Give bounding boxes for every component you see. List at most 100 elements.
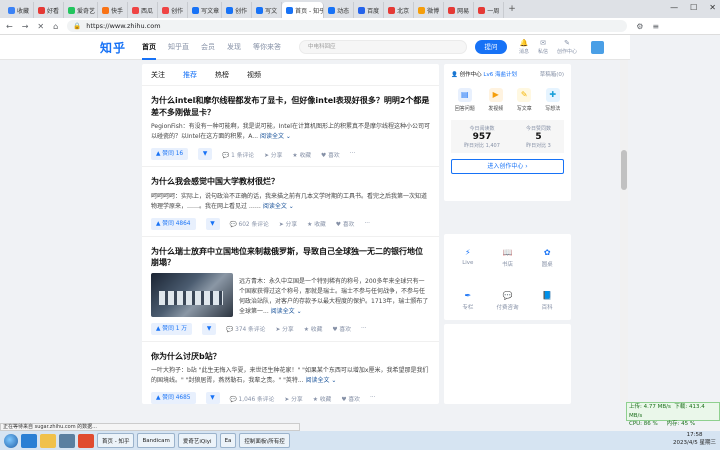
question-title[interactable]: 你为什么讨厌b站？ bbox=[151, 351, 430, 363]
question-title[interactable]: 为什么我会感觉中国大学教材很烂？ bbox=[151, 176, 430, 188]
more-button[interactable]: ··· bbox=[370, 395, 376, 401]
nav-item[interactable]: 知乎直 bbox=[168, 35, 189, 60]
answer-excerpt[interactable]: PegionFish：有没有一种可能啊，我是说可能，Intel在计算机图形上的积… bbox=[151, 122, 430, 142]
nav-item[interactable]: 会员 bbox=[201, 35, 215, 60]
browser-tab[interactable]: 网易 bbox=[444, 2, 475, 18]
read-more-link[interactable]: 阅读全文 ⌄ bbox=[306, 377, 337, 384]
more-button[interactable]: ··· bbox=[364, 221, 370, 227]
browser-tab[interactable]: 动态 bbox=[324, 2, 355, 18]
browser-tab[interactable]: 好看 bbox=[34, 2, 65, 18]
upvote-button[interactable]: ▲ 赞同 4685 bbox=[151, 392, 196, 404]
read-more-link[interactable]: 阅读全文 ⌄ bbox=[271, 308, 302, 315]
comment-button[interactable]: 💬 1,046 条评论 bbox=[230, 394, 275, 403]
feed-tab[interactable]: 关注 bbox=[151, 70, 165, 80]
stop-icon[interactable]: ✕ bbox=[37, 22, 44, 31]
header-icon-button[interactable]: ✉ 私信 bbox=[538, 39, 548, 55]
browser-tab[interactable]: 创作 bbox=[222, 2, 253, 18]
question-title[interactable]: 为什么intel和摩尔线程都发布了显卡，但好像intel表现好很多？明明2个都是… bbox=[151, 95, 430, 118]
creator-tool-button[interactable]: ▶ 发视频 bbox=[488, 88, 503, 112]
folder-icon[interactable] bbox=[40, 433, 56, 448]
service-item[interactable]: ⚡ Live bbox=[448, 248, 488, 277]
home-icon[interactable]: ⌂ bbox=[53, 22, 58, 31]
creator-tool-button[interactable]: ✚ 写想法 bbox=[545, 88, 560, 112]
feed-tab[interactable]: 推荐 bbox=[183, 70, 197, 80]
browser-tab[interactable]: 西瓜 bbox=[128, 2, 159, 18]
browser-tab[interactable]: 一周 bbox=[474, 2, 505, 18]
read-more-link[interactable]: 阅读全文 ⌄ bbox=[260, 133, 291, 140]
downvote-button[interactable]: ▼ bbox=[202, 322, 217, 335]
taskbar-app-button[interactable]: Bandicam bbox=[137, 433, 175, 448]
draft-link[interactable]: 草稿箱(0) bbox=[540, 70, 564, 78]
taskbar-app-button[interactable]: Ea bbox=[219, 433, 237, 448]
share-button[interactable]: ➤ 分享 bbox=[264, 150, 282, 159]
comment-button[interactable]: 💬 1 条评论 bbox=[222, 150, 254, 159]
favorite-button[interactable]: ★ 收藏 bbox=[307, 219, 326, 228]
avatar[interactable] bbox=[591, 40, 605, 54]
nav-item[interactable]: 发现 bbox=[227, 35, 241, 60]
close-window-icon[interactable]: ✕ bbox=[709, 3, 716, 12]
app-icon[interactable] bbox=[78, 433, 94, 448]
browser-tab[interactable]: 写文 bbox=[252, 2, 283, 18]
service-item[interactable]: ✒ 专栏 bbox=[448, 291, 488, 320]
nav-item[interactable]: 等你来答 bbox=[253, 35, 281, 60]
answer-thumbnail[interactable] bbox=[151, 272, 233, 317]
browser-tab[interactable]: 快手 bbox=[98, 2, 129, 18]
downvote-button[interactable]: ▼ bbox=[205, 217, 220, 230]
search-input[interactable]: 中电科回应 bbox=[299, 40, 468, 54]
feed-tab[interactable]: 视频 bbox=[247, 70, 261, 80]
extension-icon[interactable]: ⚙ bbox=[636, 22, 643, 31]
minimize-icon[interactable]: — bbox=[670, 3, 678, 12]
header-icon-button[interactable]: ✎ 创作中心 bbox=[557, 39, 577, 55]
service-item[interactable]: 📘 百科 bbox=[527, 291, 567, 320]
menu-icon[interactable]: ≡ bbox=[652, 22, 659, 31]
downvote-button[interactable]: ▼ bbox=[205, 392, 220, 404]
like-button[interactable]: ♥ 喜欢 bbox=[341, 394, 360, 403]
more-button[interactable]: ··· bbox=[350, 151, 356, 157]
ie-icon[interactable] bbox=[21, 433, 37, 448]
start-button[interactable] bbox=[4, 433, 18, 448]
maximize-icon[interactable]: ☐ bbox=[690, 3, 697, 12]
share-button[interactable]: ➤ 分享 bbox=[279, 219, 297, 228]
browser-tab[interactable]: 爱奇艺 bbox=[64, 2, 99, 18]
upvote-button[interactable]: ▲ 赞同 16 bbox=[151, 148, 189, 160]
service-item[interactable]: ✿ 圆桌 bbox=[527, 248, 567, 277]
browser-tab[interactable]: 首页 - 知乎 bbox=[282, 2, 325, 18]
zhihu-logo[interactable]: 知乎 bbox=[100, 39, 126, 56]
forward-icon[interactable]: → bbox=[22, 22, 29, 31]
upvote-button[interactable]: ▲ 赞同 4864 bbox=[151, 217, 196, 230]
like-button[interactable]: ♥ 喜欢 bbox=[321, 150, 340, 159]
comment-button[interactable]: 💬 374 条评论 bbox=[226, 324, 265, 333]
new-tab-button[interactable]: + bbox=[508, 4, 516, 14]
browser-tab[interactable]: 写文章 bbox=[188, 2, 223, 18]
creator-tool-button[interactable]: ▤ 回答问题 bbox=[455, 88, 475, 112]
scroll-thumb[interactable] bbox=[621, 150, 627, 190]
system-clock[interactable]: 17:58 2023/4/5 星期三 bbox=[673, 432, 716, 447]
back-icon[interactable]: ← bbox=[6, 22, 13, 31]
read-more-link[interactable]: 阅读全文 ⌄ bbox=[263, 203, 294, 210]
computer-icon[interactable] bbox=[59, 433, 75, 448]
more-button[interactable]: ··· bbox=[361, 326, 367, 332]
browser-tab[interactable]: 北京 bbox=[384, 2, 415, 18]
browser-tab[interactable]: 微博 bbox=[414, 2, 445, 18]
plan-link[interactable]: 海盐计划 bbox=[495, 72, 517, 78]
upvote-button[interactable]: ▲ 赞同 1 万 bbox=[151, 322, 193, 335]
taskbar-app-button[interactable]: 控制面板\所有控 bbox=[239, 433, 290, 448]
answer-excerpt[interactable]: 一叶大狗子：b站 "此生无悔入华夏，来世还生种花家！" "如果某个东西可以增加x… bbox=[151, 366, 430, 386]
nav-item[interactable]: 首页 bbox=[142, 35, 157, 60]
share-button[interactable]: ➤ 分享 bbox=[284, 394, 302, 403]
service-item[interactable]: 📖 书店 bbox=[488, 248, 528, 277]
browser-tab[interactable]: 百度 bbox=[354, 2, 385, 18]
service-item[interactable]: 💬 付费咨询 bbox=[488, 291, 528, 320]
share-button[interactable]: ➤ 分享 bbox=[275, 324, 293, 333]
header-icon-button[interactable]: 🔔 消息 bbox=[519, 39, 529, 55]
taskbar-app-button[interactable]: 爱奇艺iQiyi bbox=[177, 433, 217, 448]
answer-excerpt[interactable]: 远方青木：永久中立国是一个特别稀有的称号，200多年来全球只有一个国家获得过这个… bbox=[239, 277, 430, 317]
favorite-button[interactable]: ★ 收藏 bbox=[313, 394, 332, 403]
favorite-button[interactable]: ★ 收藏 bbox=[292, 150, 311, 159]
favorite-button[interactable]: ★ 收藏 bbox=[304, 324, 323, 333]
enter-creator-center-button[interactable]: 进入创作中心 › bbox=[451, 159, 564, 174]
comment-button[interactable]: 💬 602 条评论 bbox=[230, 219, 269, 228]
browser-tab[interactable]: 创作 bbox=[158, 2, 189, 18]
taskbar-app-button[interactable]: 首页 - 知乎 bbox=[97, 433, 135, 448]
browser-tab[interactable]: 收藏 bbox=[4, 2, 35, 18]
